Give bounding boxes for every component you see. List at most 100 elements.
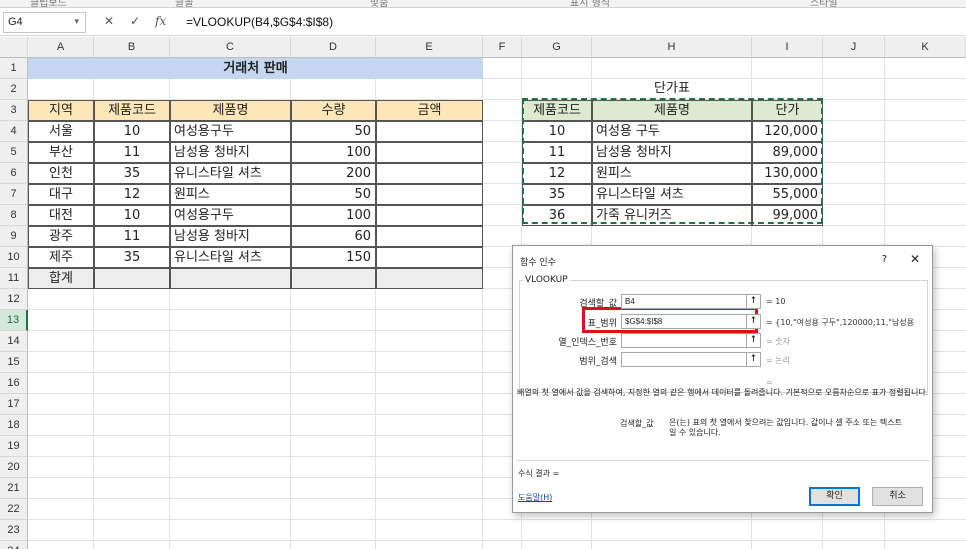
row-header[interactable]: 8 <box>0 205 28 226</box>
row-header[interactable]: 4 <box>0 121 28 142</box>
row-header[interactable]: 23 <box>0 520 28 541</box>
table-cell[interactable]: 인천 <box>28 163 94 184</box>
row-header[interactable]: 2 <box>0 79 28 100</box>
table-cell[interactable]: 12 <box>94 184 170 205</box>
table-cell[interactable]: 남성용 청바지 <box>170 226 291 247</box>
row-header[interactable]: 12 <box>0 289 28 310</box>
table-cell[interactable]: 99,000 <box>752 205 823 226</box>
price-table-title[interactable]: 단가표 <box>592 79 752 100</box>
row-header[interactable]: 6 <box>0 163 28 184</box>
help-link[interactable]: 도움말(H) <box>518 492 552 503</box>
table-cell[interactable]: 유니스타일 셔츠 <box>170 163 291 184</box>
chevron-down-icon[interactable]: ▾ <box>74 16 79 27</box>
table-cell[interactable]: 광주 <box>28 226 94 247</box>
column-header[interactable]: F <box>483 37 522 58</box>
table-cell[interactable]: 10 <box>94 121 170 142</box>
column-header[interactable]: J <box>823 37 885 58</box>
column-header[interactable]: D <box>291 37 376 58</box>
table-cell[interactable]: 여성용구두 <box>170 205 291 226</box>
table-cell[interactable] <box>376 163 483 184</box>
table-cell[interactable]: 여성용 구두 <box>592 121 752 142</box>
collapse-dialog-icon[interactable]: ⭡ <box>746 353 760 366</box>
collapse-dialog-icon[interactable]: ⭡ <box>746 334 760 347</box>
row-header[interactable]: 15 <box>0 352 28 373</box>
formula-input[interactable]: =VLOOKUP(B4,$G$4:$I$8) <box>186 15 333 29</box>
table-cell[interactable]: 35 <box>522 184 592 205</box>
table-cell[interactable]: 35 <box>94 247 170 268</box>
row-header[interactable]: 16 <box>0 373 28 394</box>
row-header[interactable]: 5 <box>0 142 28 163</box>
table-cell[interactable]: 35 <box>94 163 170 184</box>
table-cell[interactable]: 가죽 유니커즈 <box>592 205 752 226</box>
insert-function-icon[interactable]: fx <box>155 14 166 28</box>
column-header[interactable]: B <box>94 37 170 58</box>
cancel-icon[interactable]: ✕ <box>104 14 114 28</box>
table-cell[interactable]: 89,000 <box>752 142 823 163</box>
table-cell[interactable]: 대구 <box>28 184 94 205</box>
argument-input[interactable] <box>621 352 761 367</box>
column-header[interactable]: G <box>522 37 592 58</box>
cancel-button[interactable]: 취소 <box>872 487 923 506</box>
column-header[interactable]: E <box>376 37 483 58</box>
table-cell[interactable] <box>376 121 483 142</box>
table-cell[interactable]: 36 <box>522 205 592 226</box>
table-cell[interactable]: 10 <box>522 121 592 142</box>
table-header-cell[interactable]: 수량 <box>291 100 376 121</box>
table-header-cell[interactable]: 제품코드 <box>94 100 170 121</box>
table-cell[interactable]: 서울 <box>28 121 94 142</box>
table-header-cell[interactable]: 제품명 <box>170 100 291 121</box>
row-header[interactable]: 13 <box>0 310 28 331</box>
table-cell[interactable]: 120,000 <box>752 121 823 142</box>
table-cell[interactable] <box>376 205 483 226</box>
table-cell[interactable]: 50 <box>291 184 376 205</box>
row-header[interactable]: 7 <box>0 184 28 205</box>
collapse-dialog-icon[interactable]: ⭡ <box>746 315 760 328</box>
table-cell[interactable]: 200 <box>291 163 376 184</box>
table-cell[interactable]: 12 <box>522 163 592 184</box>
table-header-cell[interactable]: 제품명 <box>592 100 752 121</box>
table-cell[interactable]: 원피스 <box>592 163 752 184</box>
table-header-cell[interactable]: 금액 <box>376 100 483 121</box>
column-header[interactable]: K <box>885 37 966 58</box>
table-cell[interactable] <box>376 268 483 289</box>
row-header[interactable]: 11 <box>0 268 28 289</box>
row-header[interactable]: 22 <box>0 499 28 520</box>
row-header[interactable]: 19 <box>0 436 28 457</box>
table-cell[interactable]: 11 <box>522 142 592 163</box>
table-cell[interactable] <box>376 247 483 268</box>
help-icon[interactable]: ? <box>882 254 887 265</box>
row-header[interactable]: 10 <box>0 247 28 268</box>
row-header[interactable]: 14 <box>0 331 28 352</box>
table-cell[interactable]: 55,000 <box>752 184 823 205</box>
table-cell[interactable]: 130,000 <box>752 163 823 184</box>
select-all-corner[interactable] <box>0 37 28 58</box>
table-cell[interactable]: 유니스타일 셔츠 <box>592 184 752 205</box>
table-cell[interactable]: 제주 <box>28 247 94 268</box>
row-header[interactable]: 20 <box>0 457 28 478</box>
argument-input[interactable]: $G$4:$I$8 <box>621 314 761 329</box>
table-cell[interactable] <box>94 268 170 289</box>
ok-button[interactable]: 확인 <box>809 487 860 506</box>
table-cell[interactable]: 남성용 청바지 <box>592 142 752 163</box>
table-header-cell[interactable]: 단가 <box>752 100 823 121</box>
row-header[interactable]: 21 <box>0 478 28 499</box>
column-header[interactable]: A <box>28 37 94 58</box>
row-header[interactable]: 9 <box>0 226 28 247</box>
table-cell[interactable]: 10 <box>94 205 170 226</box>
table-cell[interactable]: 유니스타일 셔츠 <box>170 247 291 268</box>
enter-icon[interactable]: ✓ <box>130 14 140 28</box>
row-header[interactable]: 17 <box>0 394 28 415</box>
total-label[interactable]: 합계 <box>28 268 94 289</box>
column-header[interactable]: I <box>752 37 823 58</box>
table-cell[interactable]: 11 <box>94 142 170 163</box>
table-cell[interactable]: 남성용 청바지 <box>170 142 291 163</box>
row-header[interactable]: 3 <box>0 100 28 121</box>
table-cell[interactable]: 원피스 <box>170 184 291 205</box>
table-cell[interactable]: 대전 <box>28 205 94 226</box>
table-cell[interactable]: 여성용구두 <box>170 121 291 142</box>
column-header[interactable]: H <box>592 37 752 58</box>
table-header-cell[interactable]: 지역 <box>28 100 94 121</box>
column-header[interactable]: C <box>170 37 291 58</box>
table-cell[interactable] <box>291 268 376 289</box>
table-cell[interactable] <box>376 226 483 247</box>
